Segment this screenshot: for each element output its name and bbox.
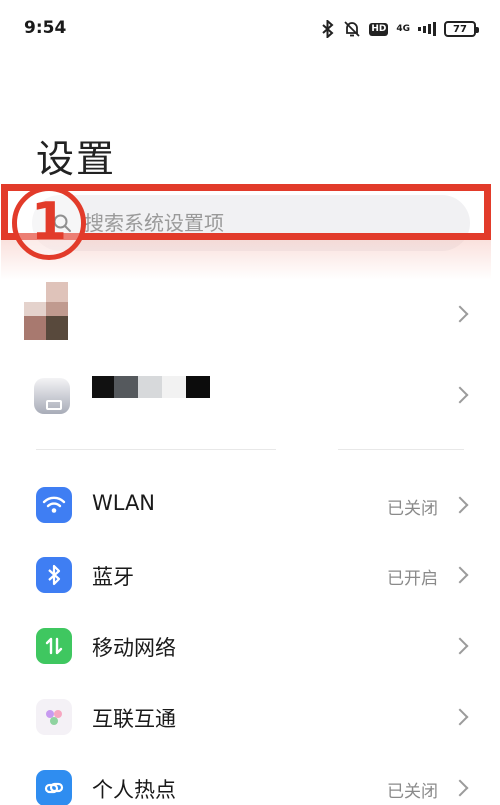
signal-strength-icon	[418, 22, 436, 36]
redacted-device-name	[92, 376, 210, 398]
chevron-right-icon	[451, 708, 469, 726]
settings-item-label: 移动网络	[92, 636, 176, 660]
settings-item-bluetooth[interactable]: 蓝牙 已开启	[0, 542, 500, 612]
chevron-right-icon	[451, 637, 469, 655]
account-row[interactable]	[0, 270, 500, 360]
section-divider	[36, 449, 276, 450]
settings-item-label: WLAN	[92, 491, 156, 515]
settings-item-interconnect[interactable]: 互联互通	[0, 684, 500, 754]
silent-bell-icon	[343, 20, 361, 38]
section-divider-right	[338, 449, 464, 450]
chevron-right-icon	[451, 779, 469, 797]
battery-icon: 77	[444, 21, 479, 37]
bluetooth-icon	[36, 557, 72, 593]
page-title: 设置	[36, 137, 117, 181]
network-type-label: 4G	[396, 23, 410, 34]
wifi-icon	[36, 487, 72, 523]
settings-item-status: 已关闭	[387, 782, 438, 802]
connect-icon	[36, 699, 72, 735]
device-icon	[34, 378, 70, 414]
network-type-icon: 4G	[396, 23, 410, 34]
status-bar: 9:54 HD 4G 77	[0, 0, 500, 56]
settings-item-mobile-network[interactable]: 移动网络	[0, 613, 500, 683]
settings-item-label: 互联互通	[92, 707, 176, 731]
status-time: 9:54	[24, 18, 67, 38]
status-icons: HD 4G 77	[321, 18, 479, 40]
settings-item-label: 蓝牙	[92, 565, 134, 589]
mobile-data-icon	[36, 628, 72, 664]
bluetooth-status-icon	[321, 20, 335, 38]
chevron-right-icon	[451, 496, 469, 514]
avatar	[24, 282, 70, 340]
settings-item-hotspot[interactable]: 个人热点 已关闭	[0, 755, 500, 805]
settings-item-wlan[interactable]: WLAN 已关闭	[0, 472, 500, 542]
hd-voice-icon: HD	[369, 22, 389, 36]
chevron-right-icon	[451, 386, 469, 404]
hotspot-icon	[36, 770, 72, 805]
device-info-row[interactable]	[0, 360, 500, 430]
chevron-right-icon	[451, 305, 469, 323]
settings-item-status: 已开启	[387, 569, 438, 589]
chevron-right-icon	[451, 566, 469, 584]
annotation-step-badge: 1	[12, 186, 86, 260]
settings-item-label: 个人热点	[92, 778, 176, 802]
settings-item-status: 已关闭	[387, 499, 438, 519]
battery-level: 77	[453, 23, 467, 35]
